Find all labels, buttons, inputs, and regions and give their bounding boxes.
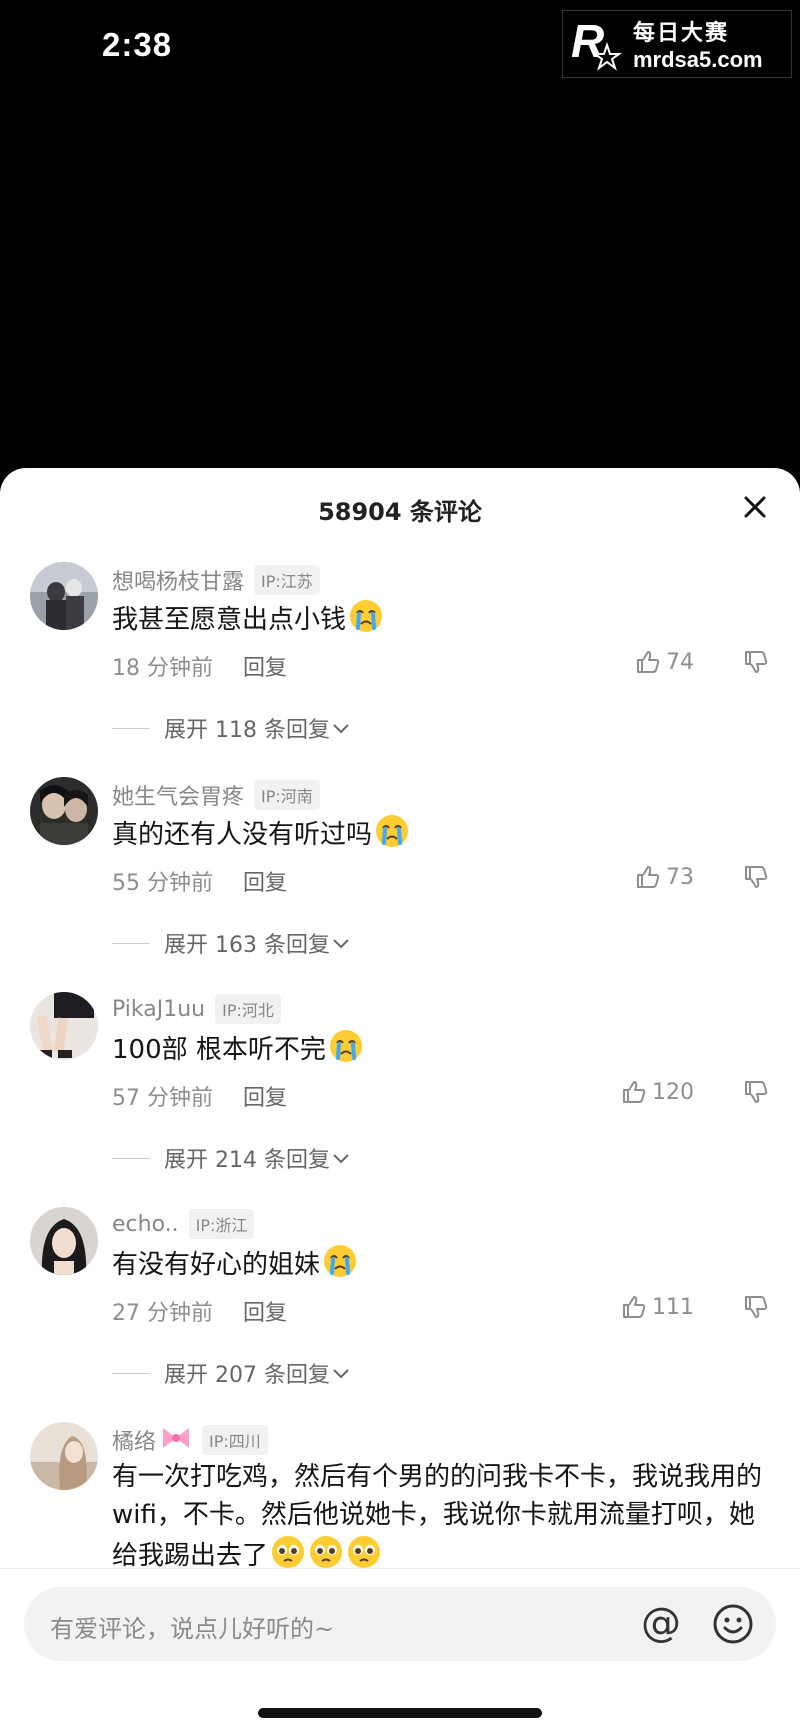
watermark-url: mrdsa5.com xyxy=(633,47,763,72)
ip-location-badge: IP:河北 xyxy=(215,994,281,1024)
comment-item: 她生气会胃疼 IP:河南 真的还有人没有听过吗 55 分钟前 回复 73 展开 … xyxy=(0,683,800,958)
avatar[interactable] xyxy=(30,1422,98,1490)
comment-text-content: 有一次打吃鸡，然后有个男的的问我卡不卡，我说我用的wifi，不卡。然后他说她卡，… xyxy=(112,1462,763,1571)
comment-time: 55 分钟前 xyxy=(112,871,213,896)
watermark: R 每日大赛 mrdsa5.com xyxy=(562,10,792,78)
like-button[interactable]: 111 xyxy=(620,1293,694,1321)
comment-time: 57 分钟前 xyxy=(112,1086,213,1111)
like-button[interactable]: 120 xyxy=(620,1078,694,1106)
comment-author[interactable]: 她生气会胃疼 xyxy=(112,779,244,811)
comment-text-content: 有没有好心的姐妹 xyxy=(112,1250,321,1280)
thumbs-up-icon xyxy=(623,1296,646,1318)
comment-author[interactable]: 想喝杨枝甘露 xyxy=(112,564,244,596)
comment-text-content: 真的还有人没有听过吗 xyxy=(112,820,373,850)
home-indicator[interactable] xyxy=(258,1708,542,1718)
avatar[interactable] xyxy=(30,1207,98,1275)
dislike-icon[interactable] xyxy=(742,648,770,680)
like-button[interactable]: 74 xyxy=(634,648,694,676)
dislike-icon[interactable] xyxy=(742,1293,770,1325)
ip-location-badge: IP:河南 xyxy=(254,780,320,810)
comment-text: 真的还有人没有听过吗 xyxy=(112,813,772,860)
reply-button[interactable]: 回复 xyxy=(243,650,287,682)
emoji-picker-icon[interactable] xyxy=(708,1599,758,1649)
comment-item: 想喝杨枝甘露 IP:江苏 我甚至愿意出点小钱 18 分钟前 回复 74 展开 1… xyxy=(0,468,800,743)
reply-button[interactable]: 回复 xyxy=(243,1080,287,1112)
comment-text-content: 我甚至愿意出点小钱 xyxy=(112,605,347,635)
like-count: 111 xyxy=(652,1294,694,1320)
ip-location-badge: IP:浙江 xyxy=(188,1209,255,1239)
svg-text:R: R xyxy=(571,15,604,67)
comment-item: PikaJ1uu IP:河北 100部 根本听不完 57 分钟前 回复 120 … xyxy=(0,898,800,1173)
reply-button[interactable]: 回复 xyxy=(243,1295,287,1327)
status-time: 2:38 xyxy=(102,26,173,63)
dislike-icon[interactable] xyxy=(742,1078,770,1110)
pink-bow-icon xyxy=(160,1425,192,1455)
comment-time: 27 分钟前 xyxy=(112,1301,213,1326)
mention-at-icon[interactable]: @ xyxy=(636,1599,686,1649)
reply-button[interactable]: 回复 xyxy=(243,865,287,897)
crying-emoji-icon xyxy=(328,1028,364,1075)
comment-text: 有没有好心的姐妹 xyxy=(112,1243,772,1290)
comment-author[interactable]: 橘络 xyxy=(112,1424,156,1456)
watermark-brand: 每日大赛 xyxy=(633,20,730,45)
comment-input-bar: 有爱评论，说点儿好听的~ @ xyxy=(0,1568,800,1678)
comment-text-content: 100部 根本听不完 xyxy=(112,1035,326,1065)
comment-item: echo.. IP:浙江 有没有好心的姐妹 27 分钟前 回复 111 展开 2… xyxy=(0,1113,800,1388)
comments-sheet: 58904 条评论 想喝杨枝甘露 IP:江苏 我甚至愿意出点小钱 18 分钟前 … xyxy=(0,468,800,1733)
comment-text: 100部 根本听不完 xyxy=(112,1028,772,1075)
comment-author[interactable]: echo.. xyxy=(112,1212,179,1237)
like-count: 73 xyxy=(666,864,694,890)
avatar[interactable] xyxy=(30,777,98,845)
comment-item: 橘络 IP:四川 有一次打吃鸡，然后有个男的的问我卡不卡，我说我用的wifi，不… xyxy=(0,1328,800,1571)
comment-time: 18 分钟前 xyxy=(112,656,213,681)
screen: 2:38 R 每日大赛 mrdsa5.com 58904 条评论 想喝杨枝甘露 … xyxy=(0,0,800,1733)
thumbs-up-icon xyxy=(623,1081,646,1103)
like-button[interactable]: 73 xyxy=(634,863,694,891)
like-count: 74 xyxy=(666,649,694,675)
like-count: 120 xyxy=(652,1079,694,1105)
comment-author[interactable]: PikaJ1uu xyxy=(112,997,205,1022)
ip-location-badge: IP:四川 xyxy=(202,1425,268,1455)
ip-location-badge: IP:江苏 xyxy=(254,565,320,595)
crying-emoji-icon xyxy=(348,598,384,645)
avatar[interactable] xyxy=(30,562,98,630)
crying-emoji-icon xyxy=(374,813,410,860)
thumbs-up-icon xyxy=(637,866,660,888)
comment-text: 有一次打吃鸡，然后有个男的的问我卡不卡，我说我用的wifi，不卡。然后他说她卡，… xyxy=(112,1458,772,1581)
dislike-icon[interactable] xyxy=(742,863,770,895)
watermark-logo: R xyxy=(567,13,629,75)
comment-input[interactable]: 有爱评论，说点儿好听的~ @ xyxy=(24,1587,776,1661)
crying-emoji-icon xyxy=(322,1243,358,1290)
comment-input-placeholder: 有爱评论，说点儿好听的~ xyxy=(50,1615,335,1643)
avatar[interactable] xyxy=(30,992,98,1060)
thumbs-up-icon xyxy=(637,651,660,673)
comment-text: 我甚至愿意出点小钱 xyxy=(112,598,772,645)
